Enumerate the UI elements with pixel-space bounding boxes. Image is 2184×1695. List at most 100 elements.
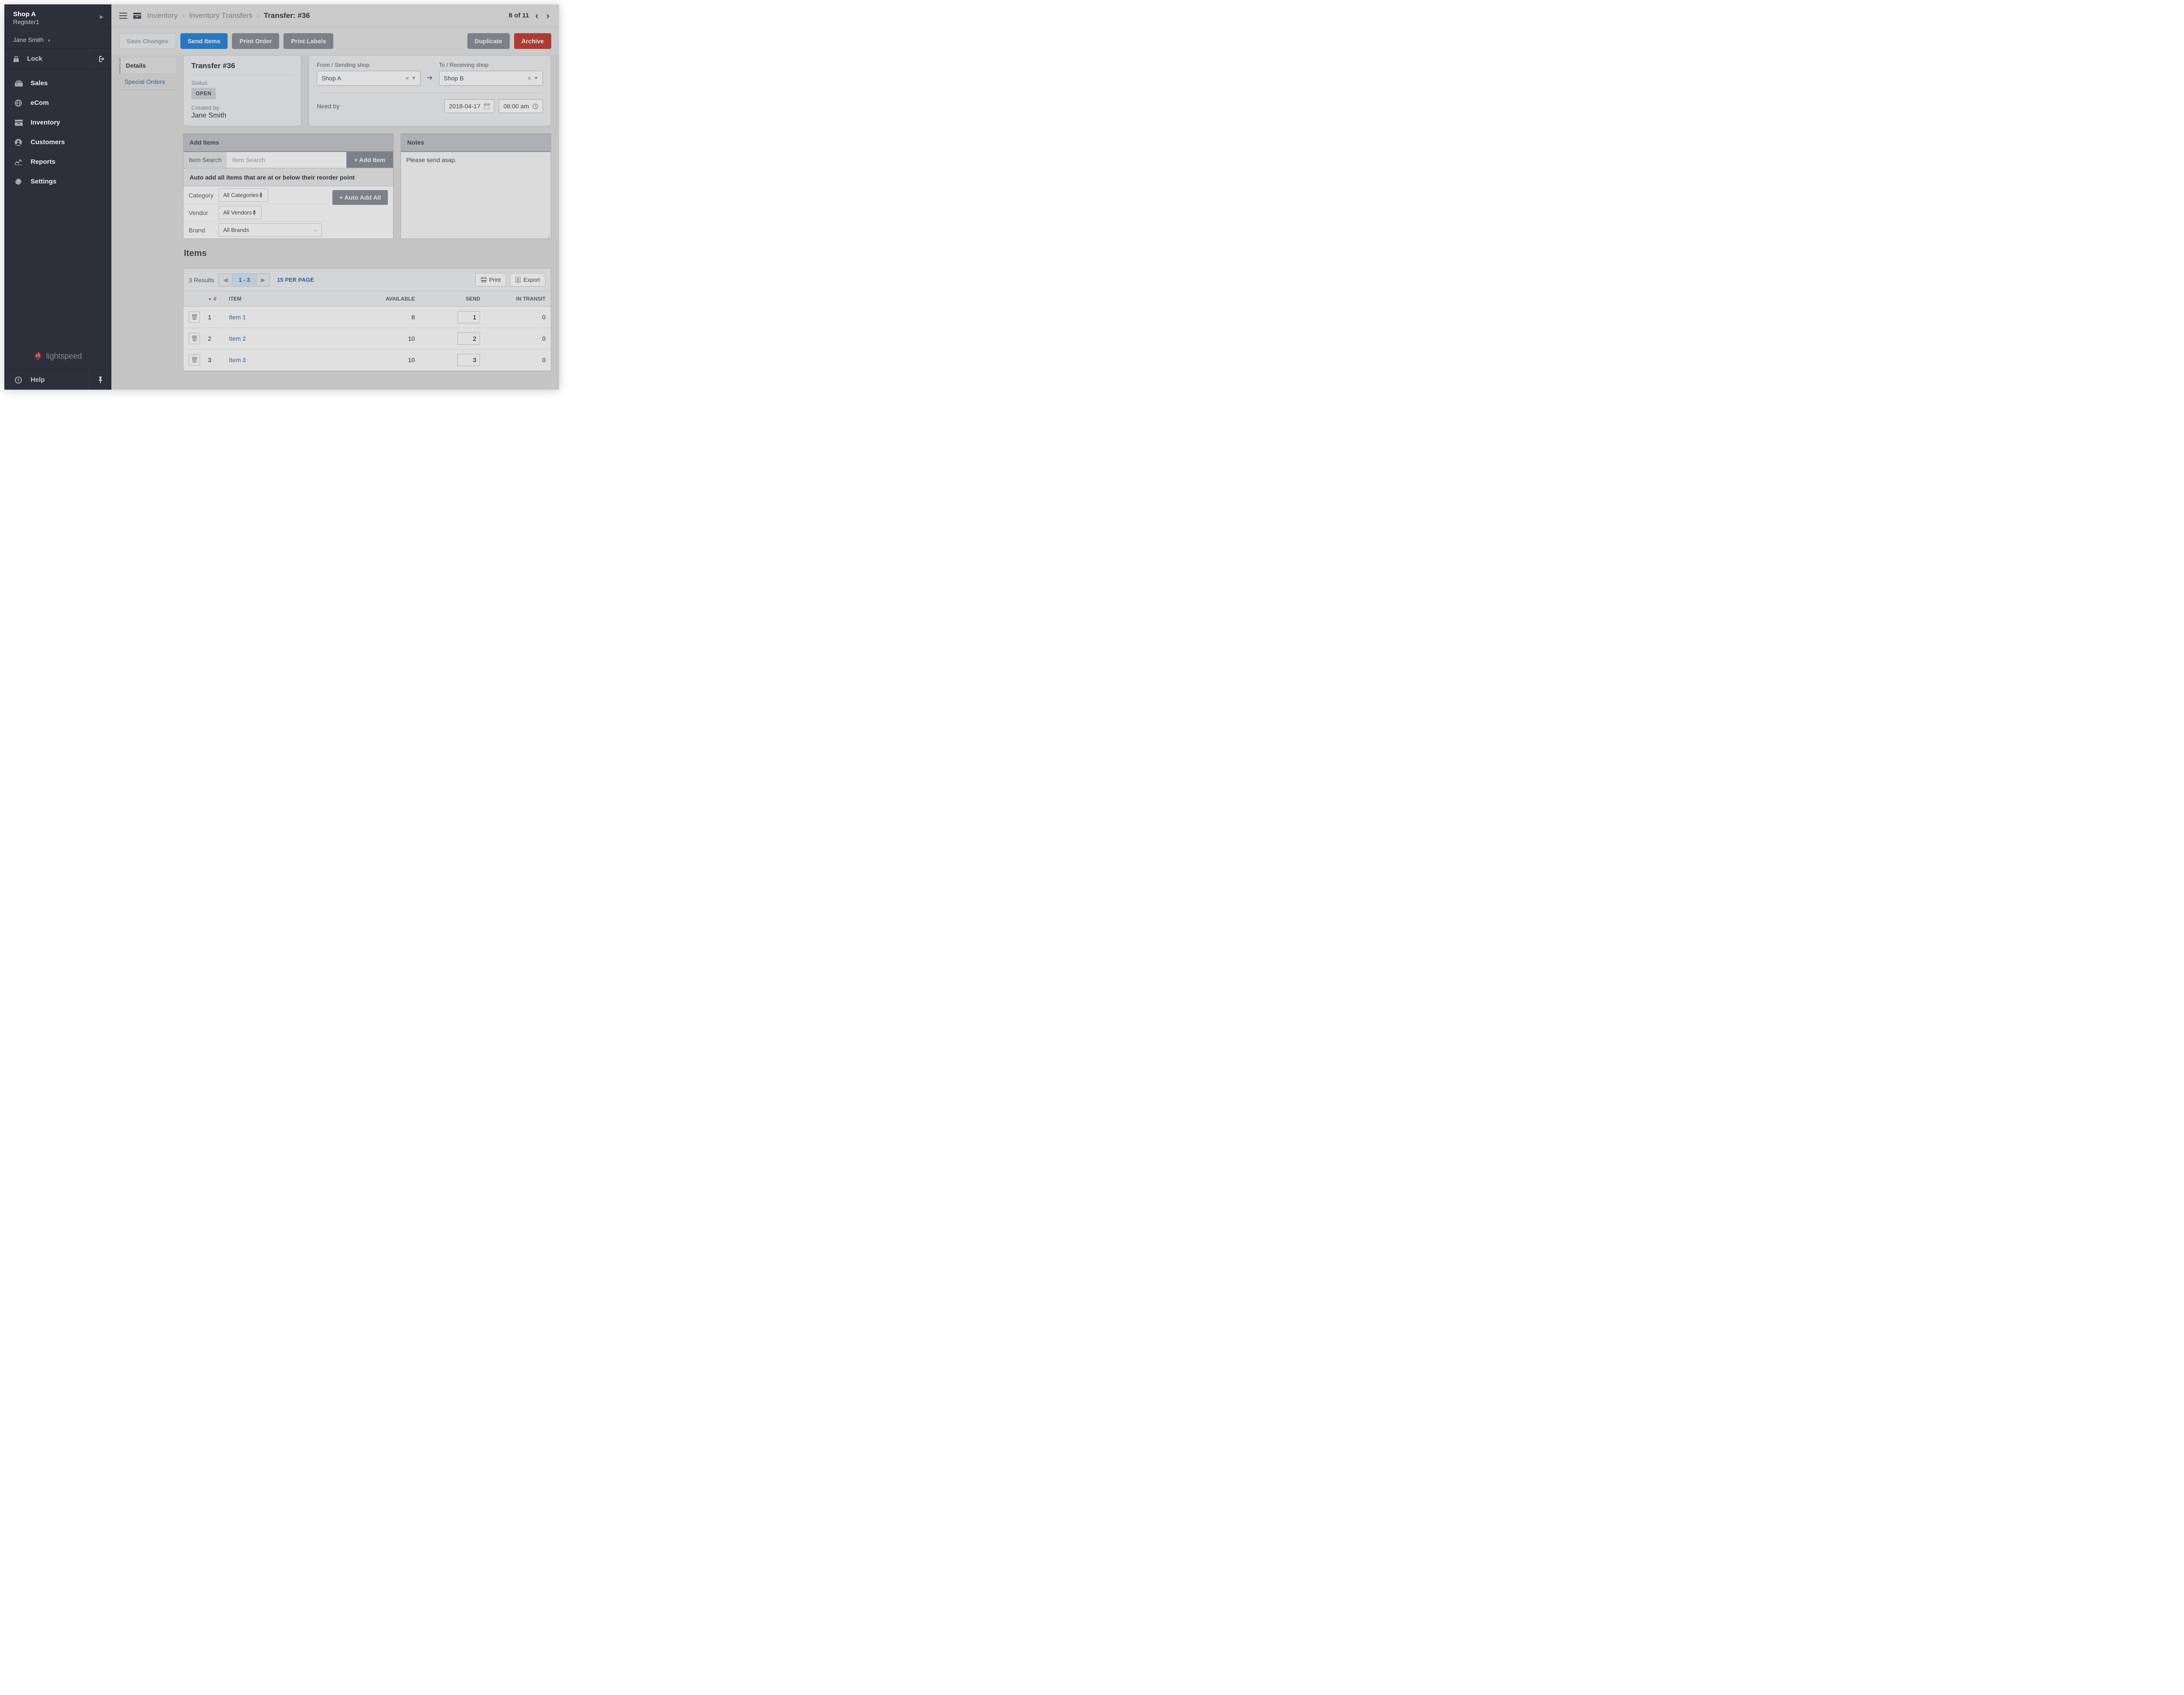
chevron-down-icon: ▼ bbox=[411, 76, 416, 81]
tab-special-orders[interactable]: Special Orders bbox=[119, 74, 176, 90]
pager-next[interactable]: › bbox=[545, 10, 551, 21]
to-shop-select[interactable]: Shop B × ▼ bbox=[439, 71, 543, 86]
send-items-button[interactable]: Send Items bbox=[180, 33, 228, 49]
action-toolbar: Save Changes Send Items Print Order Prin… bbox=[111, 27, 559, 55]
vendor-select[interactable]: All Vendors ▲▼ bbox=[218, 206, 262, 219]
lock-button[interactable]: Lock bbox=[4, 49, 90, 69]
add-item-button[interactable]: + Add Item bbox=[346, 152, 393, 168]
print-label: Print bbox=[489, 277, 501, 283]
export-label: Export bbox=[523, 277, 540, 283]
print-order-button[interactable]: Print Order bbox=[232, 33, 279, 49]
available-cell: 10 bbox=[355, 352, 420, 368]
help-button[interactable]: ? Help bbox=[4, 370, 89, 390]
tab-details[interactable]: Details bbox=[119, 58, 176, 74]
nav-label: eCom bbox=[31, 99, 49, 107]
col-send[interactable]: SEND bbox=[420, 291, 486, 306]
sort-icon: ▲▼ bbox=[259, 192, 263, 198]
col-available[interactable]: AVAILABLE bbox=[355, 291, 420, 306]
to-shop-value: Shop B bbox=[444, 75, 464, 82]
archive-button[interactable]: Archive bbox=[514, 33, 551, 49]
nav-label: Customers bbox=[31, 138, 65, 146]
delete-row-button[interactable]: 🗑 bbox=[189, 354, 200, 366]
pager-text: 8 of 11 bbox=[509, 12, 529, 19]
menu-toggle[interactable] bbox=[119, 13, 127, 19]
delete-row-button[interactable]: 🗑 bbox=[189, 311, 200, 323]
user-menu[interactable]: Jane Smith ▼ bbox=[4, 31, 111, 48]
from-shop-select[interactable]: Shop A × ▼ bbox=[317, 71, 421, 86]
print-items-button[interactable]: Print bbox=[475, 273, 507, 287]
nav-customers[interactable]: Customers bbox=[4, 132, 111, 152]
add-items-panel: Add Items Item Search + Add Item Auto ad… bbox=[183, 133, 394, 239]
transfer-summary-card: Transfer #36 Status OPEN Created by Jane… bbox=[183, 55, 301, 126]
shop-selector[interactable]: Shop A Register1 ▶ bbox=[4, 4, 111, 31]
item-search-input[interactable] bbox=[227, 152, 346, 168]
nav-sales[interactable]: Sales bbox=[4, 73, 111, 93]
nav-reports[interactable]: Reports bbox=[4, 152, 111, 172]
auto-add-all-button[interactable]: + Auto Add All bbox=[332, 190, 388, 205]
clock-icon bbox=[532, 104, 538, 109]
nav-ecom[interactable]: eCom bbox=[4, 93, 111, 113]
clear-icon[interactable]: × bbox=[525, 75, 534, 82]
page-next[interactable]: ▶ bbox=[256, 274, 270, 286]
resize-handle-icon[interactable] bbox=[545, 232, 550, 238]
item-link[interactable]: Item 2 bbox=[229, 335, 246, 342]
brand-select[interactable]: All Brands ⌄ bbox=[218, 223, 322, 237]
per-page-select[interactable]: 15 PER PAGE bbox=[277, 277, 314, 283]
notes-textarea[interactable]: Please send asap. bbox=[401, 152, 551, 239]
pin-icon bbox=[98, 377, 103, 384]
save-button[interactable]: Save Changes bbox=[119, 33, 176, 49]
status-label: Status bbox=[191, 80, 293, 86]
table-row: 🗑 1 Item 1 8 0 bbox=[183, 307, 551, 328]
need-by-label: Need by bbox=[317, 103, 440, 110]
send-qty-input[interactable] bbox=[457, 354, 480, 366]
creator-name: Jane Smith bbox=[191, 112, 293, 120]
detail-tabs: Details Special Orders bbox=[119, 55, 176, 90]
trash-icon: 🗑 bbox=[191, 356, 198, 363]
page-prev[interactable]: ◀ bbox=[219, 274, 232, 286]
in-transit-cell: 0 bbox=[485, 352, 551, 368]
breadcrumb-inventory[interactable]: Inventory bbox=[147, 11, 178, 20]
pager-prev[interactable]: ‹ bbox=[533, 10, 540, 21]
duplicate-button[interactable]: Duplicate bbox=[467, 33, 510, 49]
breadcrumb: Inventory › Inventory Transfers › Transf… bbox=[147, 11, 310, 20]
row-num: 3 bbox=[203, 352, 224, 368]
chevron-down-icon: ⌄ bbox=[314, 228, 317, 232]
export-items-button[interactable]: Export bbox=[510, 273, 546, 287]
logout-button[interactable] bbox=[90, 49, 111, 69]
clear-icon[interactable]: × bbox=[403, 75, 411, 82]
gear-icon bbox=[15, 178, 23, 185]
notes-text: Please send asap. bbox=[406, 156, 456, 163]
add-items-header: Add Items bbox=[183, 134, 393, 152]
breadcrumb-transfers[interactable]: Inventory Transfers bbox=[189, 11, 253, 20]
pin-button[interactable] bbox=[89, 370, 111, 390]
items-table: 3 Results ◀ 1 - 3 ▶ 15 PER PAGE Print bbox=[183, 268, 551, 371]
item-link[interactable]: Item 1 bbox=[229, 314, 246, 321]
results-count: 3 Results bbox=[189, 277, 214, 284]
item-link[interactable]: Item 3 bbox=[229, 356, 246, 363]
print-labels-button[interactable]: Print Labels bbox=[283, 33, 333, 49]
available-cell: 10 bbox=[355, 331, 420, 346]
nav-label: Reports bbox=[31, 158, 55, 166]
sidebar: Shop A Register1 ▶ Jane Smith ▼ Lock bbox=[4, 4, 111, 390]
delete-row-button[interactable]: 🗑 bbox=[189, 333, 200, 344]
row-num: 1 bbox=[203, 309, 224, 325]
transfer-title: Transfer #36 bbox=[191, 62, 293, 70]
need-time-input[interactable]: 08:00 am bbox=[499, 99, 543, 113]
col-item[interactable]: ITEM bbox=[224, 291, 355, 306]
send-qty-input[interactable] bbox=[457, 311, 480, 323]
logo-text: lightspeed bbox=[46, 352, 82, 361]
col-num[interactable]: ▼# bbox=[203, 291, 224, 306]
user-name: Jane Smith bbox=[13, 36, 44, 43]
nav-inventory[interactable]: Inventory bbox=[4, 113, 111, 132]
need-date-input[interactable]: 2018-04-17 bbox=[444, 99, 494, 113]
send-qty-input[interactable] bbox=[457, 332, 480, 345]
logout-icon bbox=[97, 56, 104, 62]
category-select[interactable]: All Categories ▲▼ bbox=[218, 188, 268, 202]
col-in-transit[interactable]: IN TRANSIT bbox=[485, 291, 551, 306]
nav-label: Settings bbox=[31, 178, 56, 185]
brand-value: All Brands bbox=[223, 227, 249, 233]
nav-settings[interactable]: Settings bbox=[4, 172, 111, 191]
item-search-label: Item Search bbox=[183, 152, 227, 168]
user-icon bbox=[15, 139, 23, 146]
export-icon bbox=[515, 277, 521, 283]
